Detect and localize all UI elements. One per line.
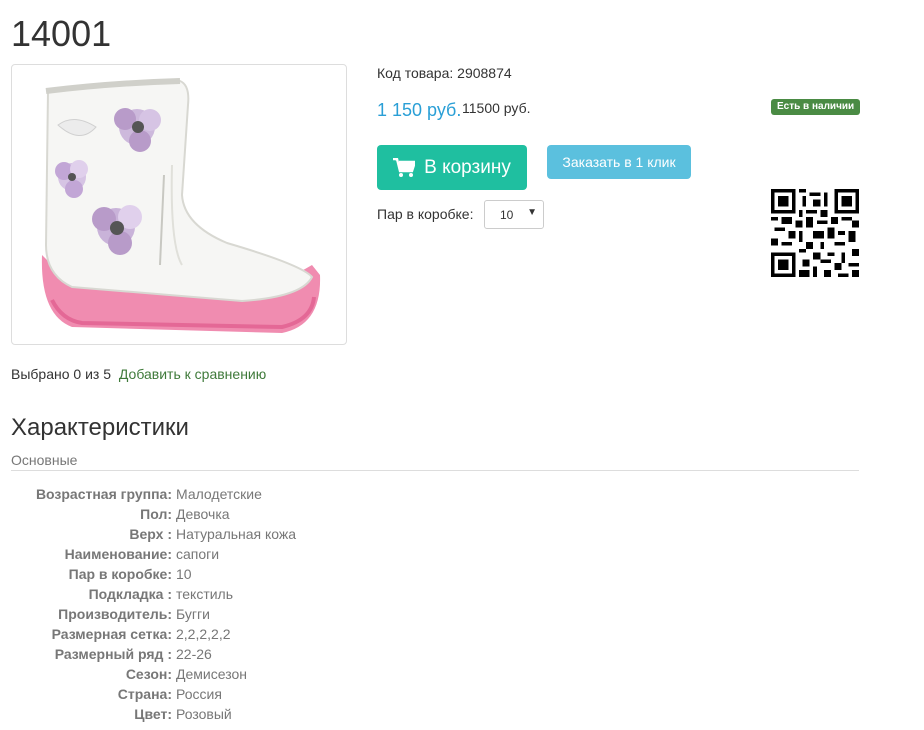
one-click-order-button[interactable]: Заказать в 1 клик <box>547 145 691 179</box>
product-image[interactable] <box>11 64 347 345</box>
spec-value: Малодетские <box>176 486 262 502</box>
spec-value: Демисезон <box>176 666 247 682</box>
spec-label: Сезон: <box>125 666 172 682</box>
spec-label: Пар в коробке: <box>68 566 172 582</box>
spec-value: Розовый <box>176 706 232 722</box>
spec-row: Подкладка : текстиль <box>0 584 600 604</box>
spec-value: сапоги <box>176 546 220 562</box>
pairs-per-box-label: Пар в коробке: <box>377 206 474 222</box>
spec-row: Производитель: Бугги <box>0 604 600 624</box>
spec-row: Пол: Девочка <box>0 504 600 524</box>
product-code: Код товара: 2908874 <box>377 65 512 81</box>
pairs-per-box-select[interactable]: 10 ▼ <box>484 200 544 229</box>
product-price: 1 150 руб. <box>377 100 462 120</box>
add-to-compare-link[interactable]: Добавить к сравнению <box>119 366 266 382</box>
characteristics-group: Основные <box>11 452 78 468</box>
divider <box>11 470 859 471</box>
spec-value: 2,2,2,2,2 <box>176 626 231 642</box>
spec-row: Страна: Россия <box>0 684 600 704</box>
spec-value: 22-26 <box>176 646 212 662</box>
chevron-down-icon: ▼ <box>527 207 537 218</box>
pairs-per-box-value: 10 <box>500 207 514 222</box>
product-old-price: 11500 руб. <box>462 100 531 116</box>
spec-row: Цвет: Розовый <box>0 704 600 724</box>
spec-row: Возрастная группа: Малодетские <box>0 484 600 504</box>
boot-image <box>41 78 321 333</box>
spec-value: Бугги <box>176 606 210 622</box>
spec-row: Наименование: сапоги <box>0 544 600 564</box>
spec-row: Пар в коробке: 10 <box>0 564 600 584</box>
compare-bar: Выбрано 0 из 5 Добавить к сравнению <box>11 366 266 382</box>
qr-code-icon <box>771 189 859 277</box>
product-title: 14001 <box>11 13 112 54</box>
spec-value: Девочка <box>176 506 230 522</box>
spec-label: Верх : <box>129 526 172 542</box>
spec-value: Натуральная кожа <box>176 526 297 542</box>
spec-row: Верх : Натуральная кожа <box>0 524 600 544</box>
spec-row: Сезон: Демисезон <box>0 664 600 684</box>
cart-icon <box>393 157 416 177</box>
characteristics-title: Характеристики <box>11 414 189 441</box>
spec-label: Наименование: <box>64 546 172 562</box>
spec-label: Размерная сетка: <box>51 626 172 642</box>
spec-value: 10 <box>176 566 192 582</box>
spec-value: текстиль <box>176 586 234 602</box>
spec-label: Подкладка : <box>88 586 172 602</box>
spec-label: Производитель: <box>58 606 172 622</box>
add-to-cart-label: В корзину <box>424 156 511 178</box>
spec-label: Размерный ряд : <box>54 646 172 662</box>
spec-row: Размерный ряд :22-26 <box>0 644 600 664</box>
spec-label: Страна: <box>117 686 172 702</box>
spec-row: Размерная сетка: 2,2,2,2,2 <box>0 624 600 644</box>
compare-selected-count: Выбрано 0 из 5 <box>11 366 111 382</box>
spec-value: Россия <box>176 686 222 702</box>
spec-label: Пол: <box>140 506 172 522</box>
spec-list: Возрастная группа: Малодетские Пол: Девочк… <box>0 484 600 724</box>
spec-label: Возрастная группа: <box>35 486 172 502</box>
add-to-cart-button[interactable]: В корзину <box>377 145 527 190</box>
availability-badge: Есть в наличии <box>771 99 861 115</box>
one-click-order-label: Заказать в 1 клик <box>562 154 676 170</box>
spec-label: Цвет: <box>134 706 172 722</box>
